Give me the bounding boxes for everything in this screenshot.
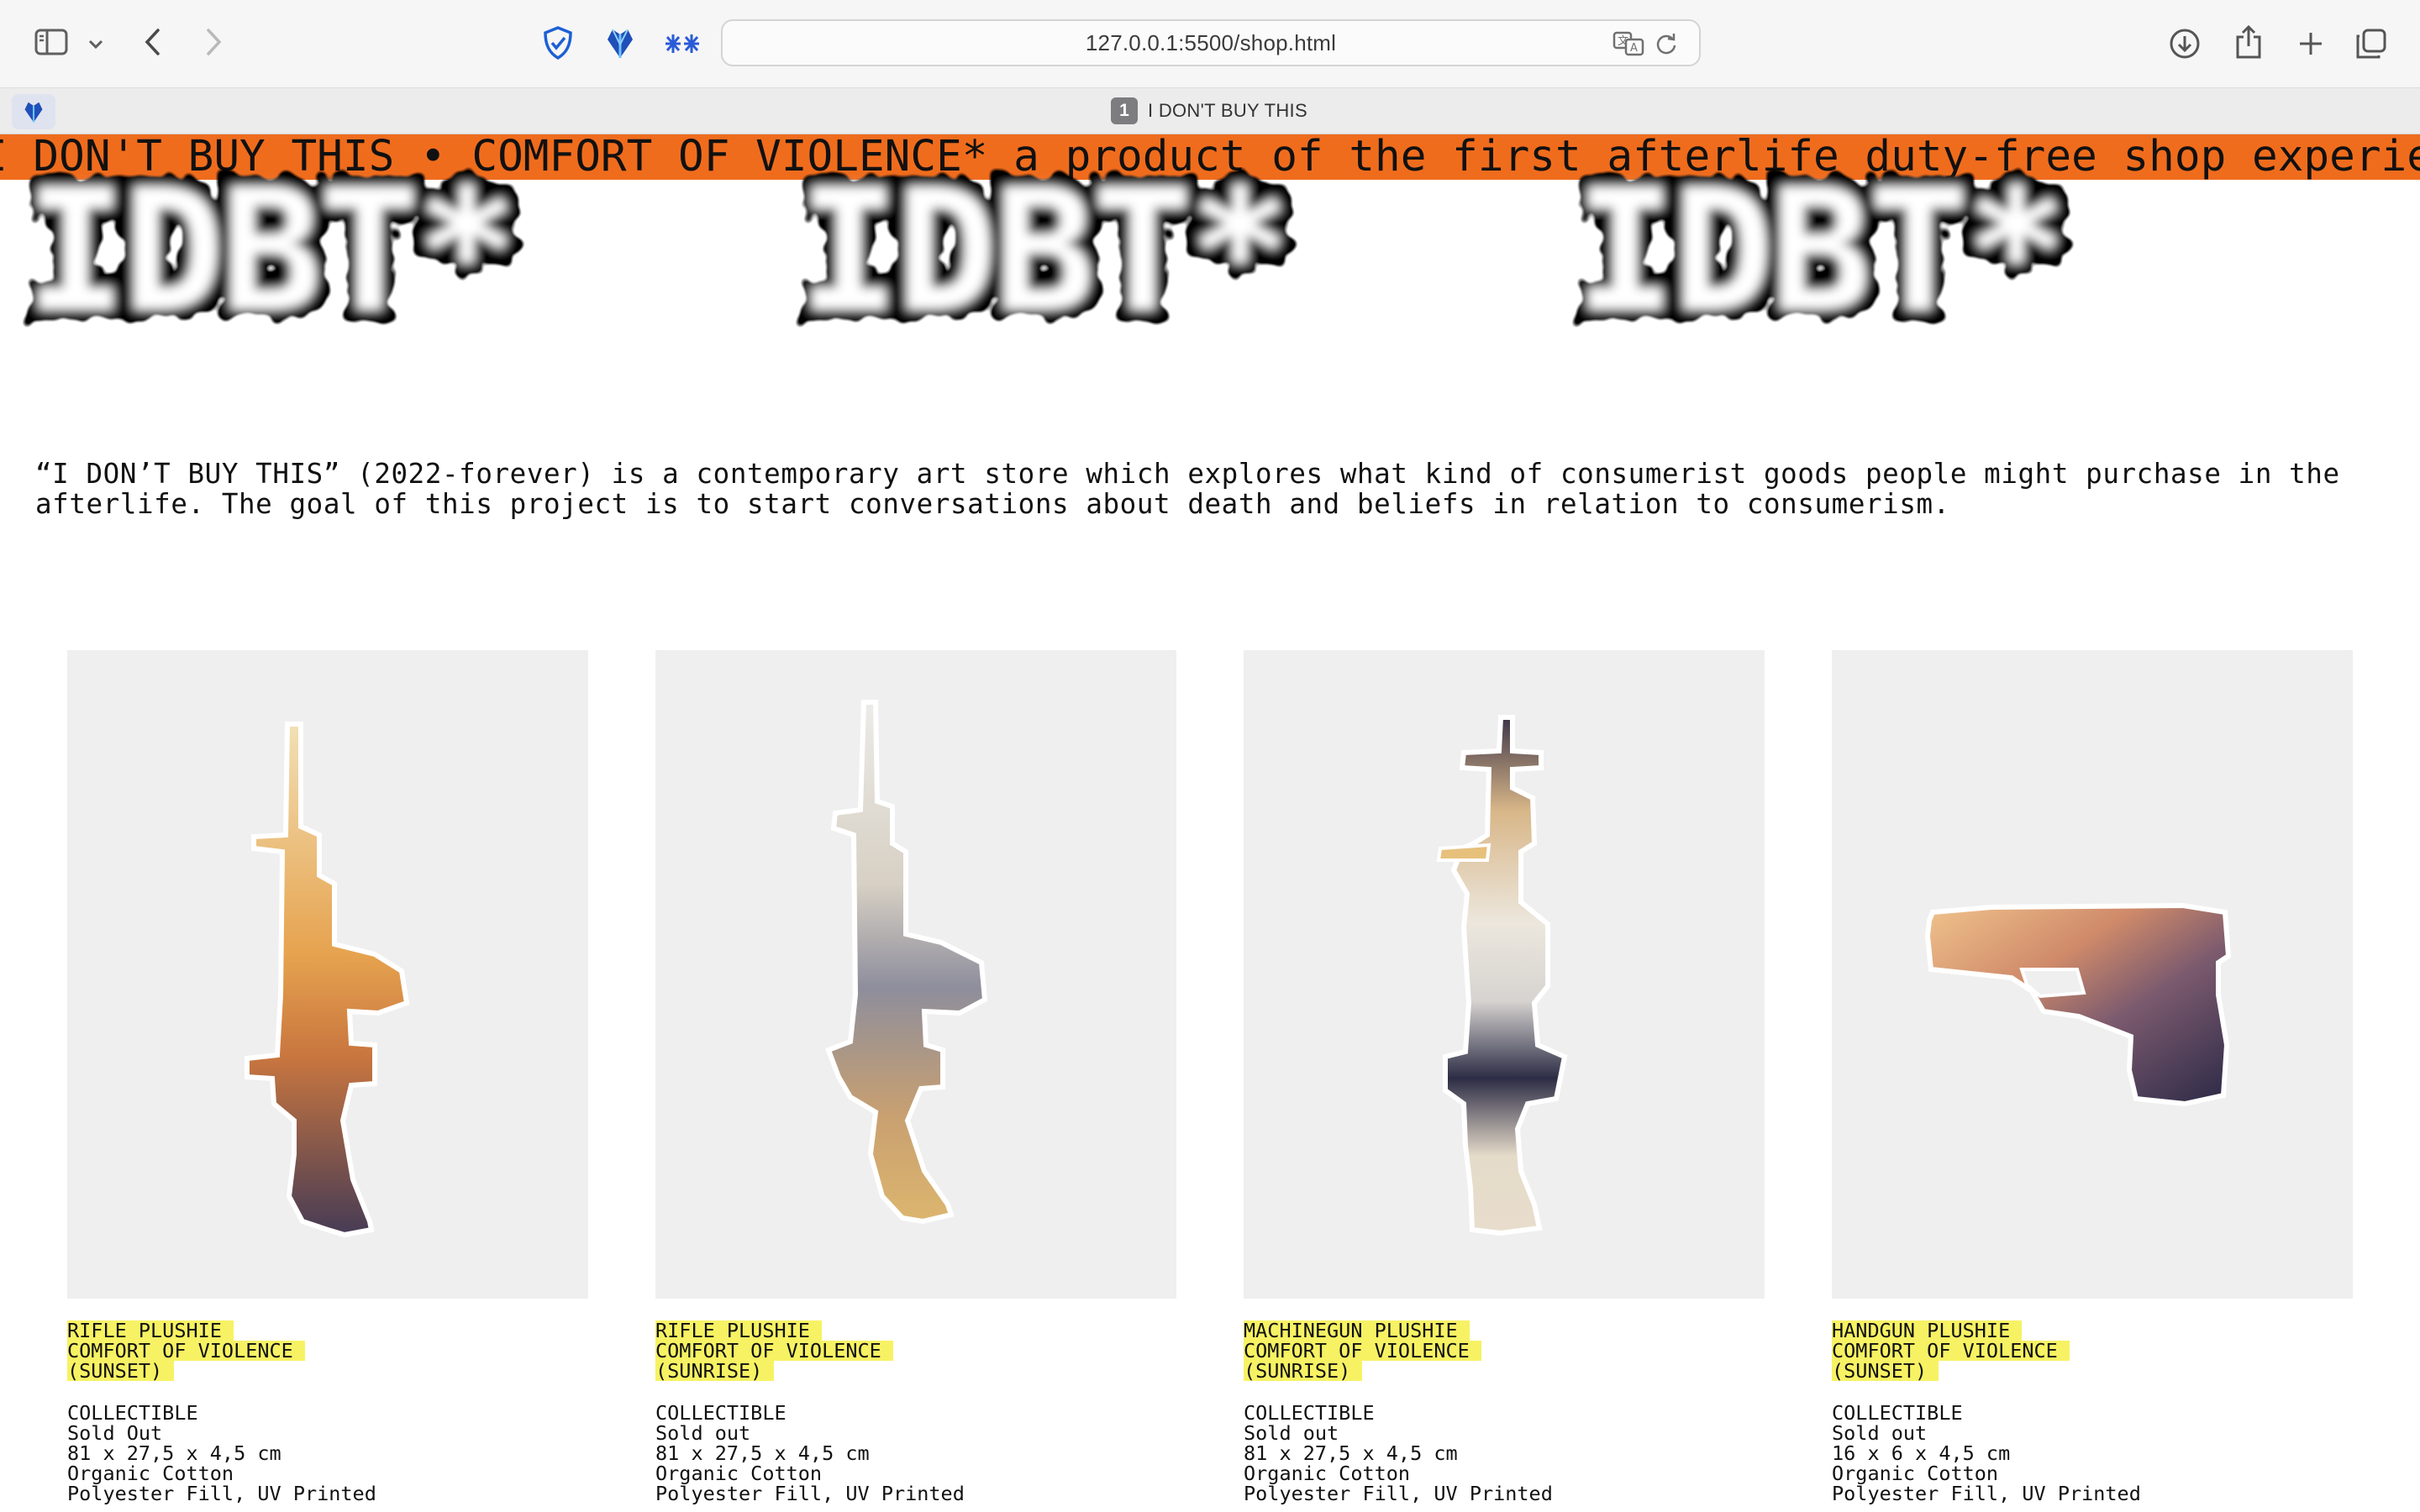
rifle-shape	[245, 722, 410, 1238]
handgun-plushie-image	[1924, 902, 2232, 1107]
product-details: COLLECTIBLE Sold out 81 x 27,5 x 4,5 cm Org…	[1244, 1403, 1765, 1504]
product-fill: Polyester Fill, UV Printed	[655, 1482, 965, 1505]
product-type: COLLECTIBLE	[655, 1401, 786, 1425]
product-variant: (SUNRISE)	[655, 1361, 775, 1381]
product-material: Organic Cotton	[1244, 1462, 1411, 1485]
product-image[interactable]	[1244, 650, 1765, 1299]
svg-text:A: A	[1630, 42, 1638, 55]
product-image[interactable]	[655, 650, 1176, 1299]
reload-icon[interactable]	[1652, 29, 1681, 58]
tab-active[interactable]: 1 I DON'T BUY THIS	[1111, 97, 1307, 124]
translate-icon[interactable]: 文A	[1612, 29, 1645, 58]
product-material: Organic Cotton	[655, 1462, 823, 1485]
url-text[interactable]: 127.0.0.1:5500/shop.html	[1086, 30, 1336, 56]
idbt-logo-text: IDBT*	[25, 154, 514, 349]
product-title[interactable]: MACHINEGUN PLUSHIE COMFORT OF VIOLENCE (…	[1244, 1320, 1765, 1381]
product-image[interactable]	[1832, 650, 2353, 1299]
tab-title: I DON'T BUY THIS	[1148, 100, 1307, 121]
product-variant: (SUNSET)	[1832, 1361, 1939, 1381]
product-card[interactable]: HANDGUN PLUSHIE COMFORT OF VIOLENCE (SUN…	[1832, 650, 2353, 1504]
forward-icon[interactable]	[198, 25, 229, 59]
product-collection: COMFORT OF VIOLENCE	[655, 1341, 893, 1361]
product-collection: COMFORT OF VIOLENCE	[67, 1341, 305, 1361]
rifle-plushie-image	[825, 700, 988, 1225]
product-type: COLLECTIBLE	[1244, 1401, 1375, 1425]
product-fill: Polyester Fill, UV Printed	[1244, 1482, 1553, 1505]
idbt-logo: IDBT*	[798, 154, 1291, 349]
product-status: Sold out	[1244, 1421, 1339, 1445]
idbt-logo-text: IDBT*	[798, 154, 1287, 349]
download-icon[interactable]	[2166, 25, 2203, 62]
product-status: Sold out	[655, 1421, 751, 1445]
product-dimensions: 16 x 6 x 4,5 cm	[1832, 1441, 2011, 1465]
address-bar[interactable]: 127.0.0.1:5500/shop.html 文A	[721, 19, 1701, 66]
tabs-overview-icon[interactable]	[2353, 25, 2390, 62]
product-dimensions: 81 x 27,5 x 4,5 cm	[655, 1441, 870, 1465]
product-image[interactable]	[67, 650, 588, 1299]
pinned-tab-icon[interactable]	[12, 94, 55, 129]
idbt-logo: IDBT*	[1575, 154, 2067, 349]
shield-icon[interactable]	[539, 24, 576, 62]
product-details: COLLECTIBLE Sold Out 81 x 27,5 x 4,5 cm Org…	[67, 1403, 588, 1504]
handgun-shape	[1924, 902, 2232, 1107]
product-material: Organic Cotton	[67, 1462, 234, 1485]
idbt-logo-text: IDBT*	[1575, 154, 2064, 349]
product-name: MACHINEGUN PLUSHIE	[1244, 1320, 1470, 1341]
product-collection: COMFORT OF VIOLENCE	[1244, 1341, 1481, 1361]
product-type: COLLECTIBLE	[1832, 1401, 1963, 1425]
logo-row: IDBT* IDBT* IDBT*	[0, 141, 2420, 368]
product-dimensions: 81 x 27,5 x 4,5 cm	[67, 1441, 281, 1465]
product-variant: (SUNRISE)	[1244, 1361, 1363, 1381]
product-name: RIFLE PLUSHIE	[655, 1320, 822, 1341]
product-title[interactable]: HANDGUN PLUSHIE COMFORT OF VIOLENCE (SUN…	[1832, 1320, 2353, 1381]
product-fill: Polyester Fill, UV Printed	[1832, 1482, 2141, 1505]
product-card[interactable]: RIFLE PLUSHIE COMFORT OF VIOLENCE (SUNSE…	[67, 650, 588, 1504]
product-name: RIFLE PLUSHIE	[67, 1320, 234, 1341]
product-variant: (SUNSET)	[67, 1361, 175, 1381]
product-status: Sold out	[1832, 1421, 1928, 1445]
sparkle-extension-icon[interactable]	[664, 27, 701, 60]
product-title[interactable]: RIFLE PLUSHIE COMFORT OF VIOLENCE (SUNRI…	[655, 1320, 1176, 1381]
intro-text: “I DON’T BUY THIS” (2022-forever) is a c…	[35, 458, 2340, 520]
product-card[interactable]: RIFLE PLUSHIE COMFORT OF VIOLENCE (SUNRI…	[655, 650, 1176, 1504]
tab-number-badge: 1	[1111, 97, 1138, 124]
chevron-down-icon[interactable]	[84, 32, 108, 55]
product-card[interactable]: MACHINEGUN PLUSHIE COMFORT OF VIOLENCE (…	[1244, 650, 1765, 1504]
new-tab-icon[interactable]	[2292, 25, 2329, 62]
product-details: COLLECTIBLE Sold out 81 x 27,5 x 4,5 cm Org…	[655, 1403, 1176, 1504]
product-title[interactable]: RIFLE PLUSHIE COMFORT OF VIOLENCE (SUNSE…	[67, 1320, 588, 1381]
product-details: COLLECTIBLE Sold out 16 x 6 x 4,5 cm Organi…	[1832, 1403, 2353, 1504]
product-type: COLLECTIBLE	[67, 1401, 198, 1425]
product-name: HANDGUN PLUSHIE	[1832, 1320, 2023, 1341]
product-material: Organic Cotton	[1832, 1462, 1999, 1485]
idbt-logo: IDBT*	[25, 154, 518, 349]
rifle-plushie-image	[245, 722, 410, 1238]
rifle-shape	[825, 700, 988, 1225]
sidebar-icon[interactable]	[32, 25, 71, 59]
product-dimensions: 81 x 27,5 x 4,5 cm	[1244, 1441, 1458, 1465]
share-icon[interactable]	[2230, 22, 2267, 62]
product-status: Sold Out	[67, 1421, 163, 1445]
machinegun-shape	[1443, 715, 1568, 1236]
product-collection: COMFORT OF VIOLENCE	[1832, 1341, 2070, 1361]
machinegun-plushie-image	[1436, 715, 1568, 1236]
back-icon[interactable]	[138, 25, 168, 59]
browser-toolbar: 127.0.0.1:5500/shop.html 文A	[0, 0, 2420, 87]
product-fill: Polyester Fill, UV Printed	[67, 1482, 376, 1505]
heart-extension-icon[interactable]	[602, 24, 639, 62]
